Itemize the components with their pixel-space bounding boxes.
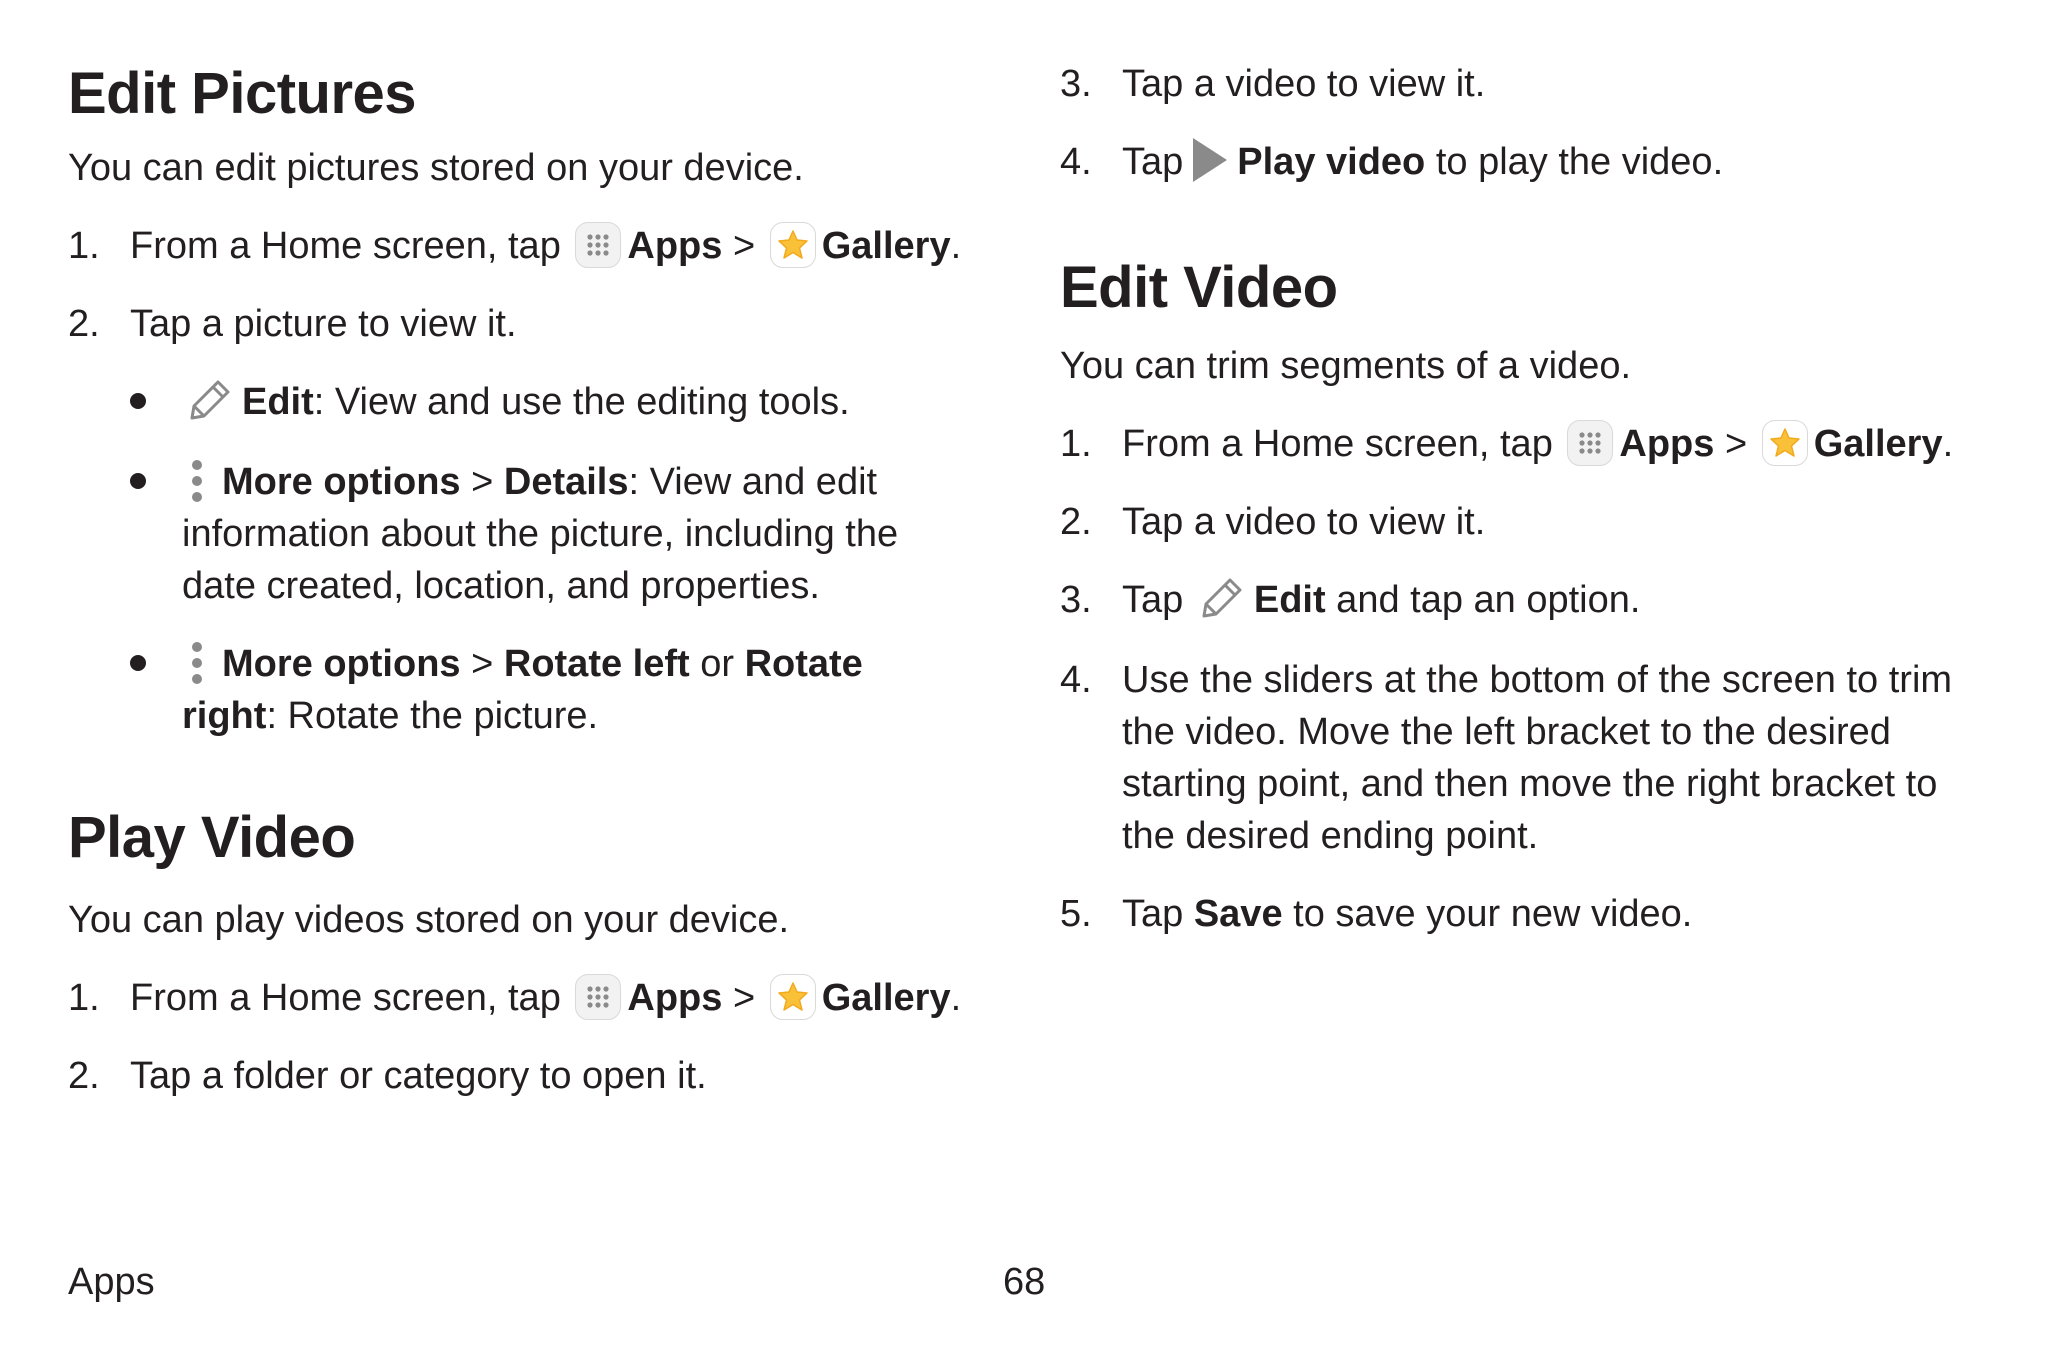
details-label: Details	[503, 460, 629, 503]
list-item: More options > Details: View and edit in…	[68, 456, 968, 612]
apps-grid-icon	[575, 973, 622, 1020]
step-number: 1.	[1060, 423, 1092, 465]
step-text: to save your new video.	[1282, 892, 1693, 935]
play-video-steps-right: 3. Tap a video to view it. 4. Tap Play v…	[1060, 58, 1980, 190]
step-number: 4.	[1060, 141, 1092, 183]
step-text: From a Home screen, tap	[1122, 423, 1553, 465]
step-number: 2.	[68, 1055, 100, 1097]
edit-video-steps: 1. From a Home screen, tap Apps > Galler…	[1060, 418, 1980, 940]
save-label: Save	[1193, 892, 1283, 935]
list-item: 2. Tap a video to view it.	[1060, 496, 1980, 548]
step-number: 1.	[68, 225, 100, 267]
period: .	[950, 977, 962, 1019]
period: .	[950, 225, 962, 267]
chevron-separator: >	[471, 642, 494, 685]
edit-pictures-heading: Edit Pictures	[68, 61, 417, 126]
period: .	[1942, 423, 1954, 465]
list-item: 2. Tap a folder or category to open it.	[68, 1050, 968, 1102]
step-text: From a Home screen, tap	[130, 977, 561, 1019]
step-text: Tap	[1122, 141, 1184, 183]
more-options-vertical-dots-icon	[190, 458, 204, 504]
list-item: 4. Tap Play video to play the video.	[1060, 136, 1980, 190]
step-number: 2.	[68, 303, 100, 345]
step-number: 2.	[1060, 501, 1092, 543]
step-text: Tap	[1122, 892, 1194, 935]
step-text: Tap a video to view it.	[1122, 501, 1486, 543]
gallery-label: Gallery	[821, 977, 951, 1019]
apps-label: Apps	[627, 225, 723, 267]
edit-label: Edit	[1253, 579, 1326, 621]
chevron-separator: >	[1724, 423, 1748, 465]
apps-label: Apps	[1619, 423, 1715, 465]
step-number: 3.	[1060, 579, 1092, 621]
edit-video-intro: You can trim segments of a video.	[1060, 345, 1632, 387]
pencil-icon	[182, 374, 234, 426]
edit-pictures-intro: You can edit pictures stored on your dev…	[68, 147, 804, 189]
chevron-separator: >	[732, 225, 756, 267]
step-text: Tap a folder or category to open it.	[130, 1055, 707, 1097]
step-text: and tap an option.	[1325, 579, 1641, 621]
step-text: Tap a picture to view it.	[130, 303, 517, 345]
edit-pictures-section: Edit Pictures	[68, 62, 968, 126]
gallery-flower-icon	[769, 221, 816, 268]
gallery-flower-icon	[1761, 419, 1808, 466]
list-item: More options > Rotate left or Rotate rig…	[68, 638, 968, 742]
step-text: Use the sliders at the bottom of the scr…	[1122, 658, 1953, 857]
play-video-intro: You can play videos stored on your devic…	[68, 899, 790, 941]
gallery-label: Gallery	[821, 225, 951, 267]
chevron-separator: >	[471, 460, 494, 503]
or-text: or	[689, 642, 745, 685]
gallery-flower-icon	[769, 973, 816, 1020]
list-item: Edit: View and use the editing tools.	[68, 376, 968, 430]
pencil-icon	[1194, 572, 1246, 624]
more-options-label: More options	[222, 460, 461, 503]
chevron-separator: >	[732, 977, 756, 1019]
rotate-left-label: Rotate left	[503, 642, 690, 685]
list-item: 1. From a Home screen, tap Apps > Galler…	[1060, 418, 1980, 470]
step-number: 1.	[68, 977, 100, 1019]
apps-label: Apps	[627, 977, 723, 1019]
play-triangle-icon	[1189, 134, 1229, 186]
list-item: 4. Use the sliders at the bottom of the …	[1060, 654, 1980, 862]
list-item: 3. Tap Edit and tap an option.	[1060, 574, 1980, 628]
edit-label: Edit	[242, 381, 314, 423]
edit-video-heading: Edit Video	[1060, 255, 1338, 320]
step-number: 3.	[1060, 63, 1092, 105]
list-item: 5. Tap Save to save your new video.	[1060, 888, 1980, 940]
step-number: 5.	[1060, 892, 1092, 935]
list-item: 2. Tap a picture to view it.	[68, 298, 968, 350]
bullet-dot	[130, 393, 146, 409]
play-video-label: Play video	[1237, 141, 1426, 183]
bullet-text: : View and use the editing tools.	[313, 381, 850, 423]
step-text: Tap	[1122, 579, 1184, 621]
apps-grid-icon	[1567, 419, 1614, 466]
more-options-vertical-dots-icon	[190, 640, 204, 686]
play-video-section: Play Video	[68, 806, 968, 870]
bullet-dot	[130, 654, 146, 671]
step-text: Tap a video to view it.	[1122, 63, 1486, 105]
list-item: 1. From a Home screen, tap Apps > Galler…	[68, 972, 968, 1024]
step-text: to play the video.	[1425, 141, 1724, 183]
bullet-text: : Rotate the picture.	[266, 694, 599, 737]
list-item: 3. Tap a video to view it.	[1060, 58, 1980, 110]
step-number: 4.	[1060, 658, 1092, 701]
gallery-label: Gallery	[1813, 423, 1943, 465]
apps-grid-icon	[575, 221, 622, 268]
play-video-steps-left: 1. From a Home screen, tap Apps > Galler…	[68, 972, 968, 1102]
page-number: 68	[1003, 1261, 1046, 1303]
edit-video-section: Edit Video	[1060, 256, 1980, 320]
bullet-dot	[130, 472, 146, 489]
edit-pictures-steps: 1. From a Home screen, tap Apps > Galler…	[68, 220, 968, 350]
step-text: From a Home screen, tap	[130, 225, 561, 267]
play-video-heading: Play Video	[68, 805, 356, 870]
list-item: 1. From a Home screen, tap Apps > Galler…	[68, 220, 968, 272]
footer-section-label: Apps	[68, 1261, 155, 1303]
edit-pictures-options: Edit: View and use the editing tools. Mo…	[68, 376, 968, 742]
more-options-label: More options	[222, 642, 461, 685]
